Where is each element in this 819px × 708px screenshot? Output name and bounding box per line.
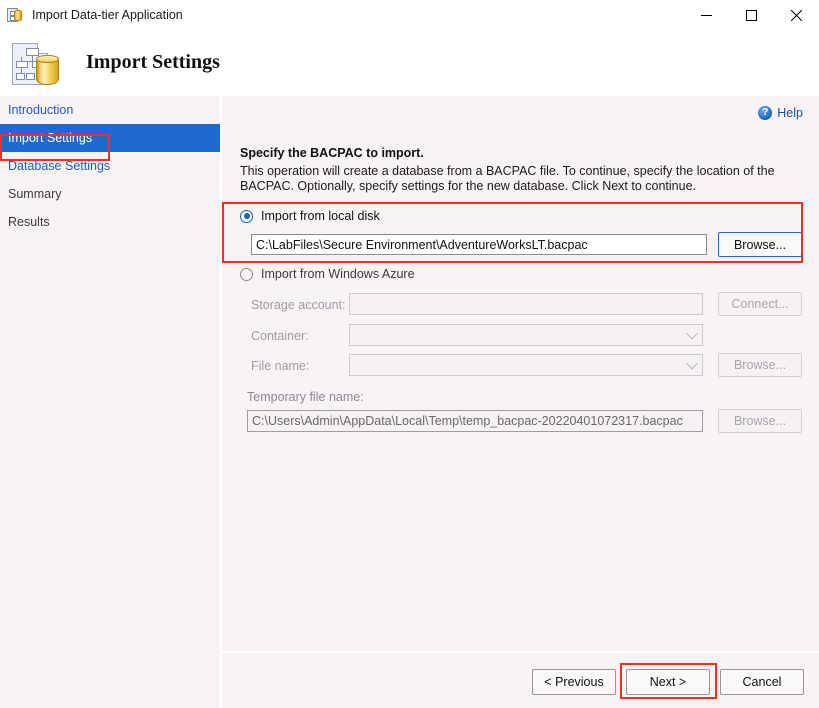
cancel-button[interactable]: Cancel: [720, 669, 804, 695]
azure-file-browse-button[interactable]: Browse...: [718, 353, 802, 377]
window-titlebar: Import Data-tier Application: [0, 0, 819, 30]
storage-account-input[interactable]: [349, 293, 703, 315]
radio-import-from-local-disk[interactable]: Import from local disk: [240, 209, 380, 223]
sidebar-item-summary[interactable]: Summary: [0, 180, 220, 208]
help-link[interactable]: ? Help: [758, 106, 803, 120]
radio-local-disk-indicator: [240, 209, 253, 223]
window-title: Import Data-tier Application: [32, 8, 183, 22]
temporary-file-browse-button[interactable]: Browse...: [718, 409, 802, 433]
previous-button[interactable]: < Previous: [532, 669, 616, 695]
radio-import-from-windows-azure[interactable]: Import from Windows Azure: [240, 267, 415, 281]
radio-azure-label: Import from Windows Azure: [261, 267, 415, 281]
wizard-sidebar: Introduction Import Settings Database Se…: [0, 96, 220, 708]
radio-local-disk-label: Import from local disk: [261, 209, 380, 223]
temporary-file-name-input[interactable]: C:\Users\Admin\AppData\Local\Temp\temp_b…: [247, 410, 703, 432]
wizard-footer: < Previous Next > Cancel: [222, 653, 819, 708]
next-button[interactable]: Next >: [626, 669, 710, 695]
sidebar-item-database-settings[interactable]: Database Settings: [0, 152, 220, 180]
window-icon: [6, 6, 24, 24]
maximize-icon[interactable]: [729, 0, 774, 30]
chevron-down-icon: [686, 328, 698, 340]
connect-button[interactable]: Connect...: [718, 292, 802, 316]
sidebar-item-import-settings[interactable]: Import Settings: [0, 124, 220, 152]
container-label: Container:: [251, 329, 309, 343]
local-disk-path-input[interactable]: C:\LabFiles\Secure Environment\Adventure…: [251, 234, 707, 255]
sidebar-item-results[interactable]: Results: [0, 208, 220, 236]
local-disk-browse-button[interactable]: Browse...: [718, 232, 802, 257]
page-header: Import Settings: [0, 30, 819, 95]
file-name-label: File name:: [251, 359, 310, 373]
import-settings-banner-icon: [10, 39, 62, 87]
storage-account-label: Storage account:: [251, 298, 346, 312]
file-name-combobox[interactable]: [349, 354, 703, 376]
section-description: This operation will create a database fr…: [240, 164, 775, 193]
temporary-file-name-label: Temporary file name:: [247, 390, 364, 404]
close-icon[interactable]: [774, 0, 819, 30]
container-combobox[interactable]: [349, 324, 703, 346]
radio-azure-indicator: [240, 267, 253, 281]
window-controls: [684, 0, 819, 30]
help-question-icon: ?: [758, 106, 773, 120]
minimize-icon[interactable]: [684, 0, 729, 30]
chevron-down-icon: [686, 358, 698, 370]
help-label: Help: [777, 106, 803, 120]
sidebar-item-introduction[interactable]: Introduction: [0, 96, 220, 124]
section-title: Specify the BACPAC to import.: [240, 146, 424, 160]
content-panel: ? Help Specify the BACPAC to import. Thi…: [222, 96, 819, 651]
page-title: Import Settings: [86, 51, 220, 73]
